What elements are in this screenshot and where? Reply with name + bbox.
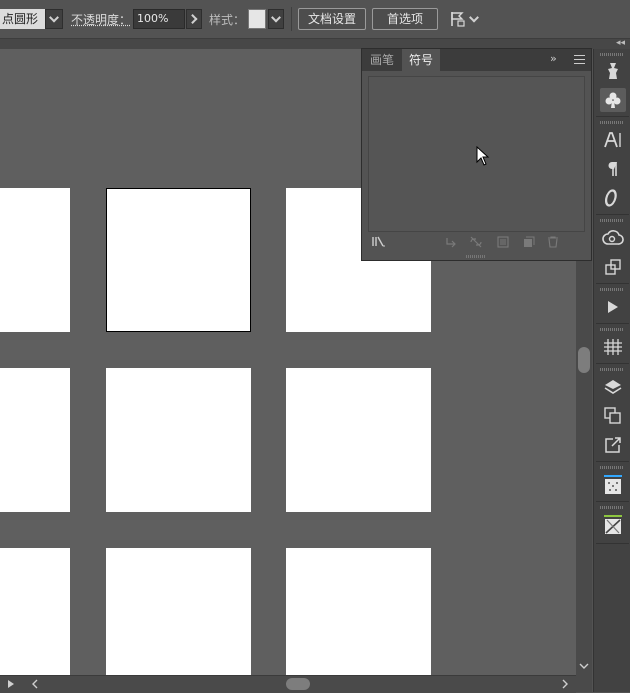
dock-divider: [596, 283, 629, 284]
chevron-down-icon: [49, 12, 59, 23]
dock-grip[interactable]: [600, 368, 624, 371]
character-icon[interactable]: [600, 128, 626, 152]
dock-divider: [596, 214, 629, 215]
dock-grip[interactable]: [600, 219, 624, 222]
artboard-r3-c2[interactable]: [106, 548, 251, 675]
dock-grip[interactable]: [600, 121, 624, 124]
actions-play-icon[interactable]: [600, 295, 626, 319]
panel-dock: [593, 49, 630, 692]
vertical-scroll-thumb[interactable]: [578, 347, 590, 373]
dock-grip[interactable]: [600, 288, 624, 291]
scroll-right-icon[interactable]: [560, 679, 570, 689]
dock-divider: [596, 501, 629, 502]
opentype-icon[interactable]: [600, 186, 626, 210]
artboard-r2-c1[interactable]: [0, 368, 70, 512]
arrange-documents-icon[interactable]: [449, 10, 467, 28]
chevron-right-icon: [187, 14, 198, 24]
collapse-panels-icon[interactable]: ◂◂: [616, 38, 625, 48]
artboard-r1-c2-selected[interactable]: [106, 188, 251, 332]
style-label: 样式：: [209, 13, 246, 27]
scrollbar-corner: [576, 675, 592, 692]
puppet-warp-icon[interactable]: [600, 59, 626, 83]
opacity-input[interactable]: 100%: [133, 9, 185, 29]
document-setup-button[interactable]: 文档设置: [298, 8, 366, 30]
layers-icon[interactable]: [600, 375, 626, 399]
artboard-r2-c3[interactable]: [286, 368, 431, 512]
style-dropdown-button[interactable]: [268, 9, 284, 29]
horizontal-scroll-thumb[interactable]: [286, 678, 310, 690]
dock-divider: [596, 323, 629, 324]
transform-icon[interactable]: [600, 255, 626, 279]
paragraph-icon[interactable]: [600, 157, 626, 181]
dock-divider: [596, 543, 629, 544]
chevron-down-icon: [271, 12, 281, 23]
chevron-down-icon: [469, 12, 479, 23]
collapse-panel-icon[interactable]: ››: [550, 52, 557, 65]
tab-symbols[interactable]: 符号: [402, 49, 440, 71]
preferences-button[interactable]: 首选项: [372, 8, 438, 30]
dock-grip[interactable]: [600, 506, 624, 509]
place-symbol-instance-icon: [446, 238, 456, 248]
artboard-r3-c3[interactable]: [286, 548, 431, 675]
delete-symbol-icon: [548, 236, 558, 248]
panel-menu-icon[interactable]: [574, 55, 585, 64]
artboard-r2-c2[interactable]: [106, 368, 251, 512]
break-link-icon: [470, 236, 482, 248]
scroll-left-icon[interactable]: [30, 679, 40, 689]
tab-brushes[interactable]: 画笔: [364, 49, 400, 71]
dock-grip[interactable]: [600, 466, 624, 469]
dock-divider: [596, 461, 629, 462]
scroll-down-icon[interactable]: [579, 661, 589, 671]
symbol-club-icon[interactable]: [600, 88, 626, 112]
panel-tab-bar: 画笔 符号 ››: [362, 49, 591, 71]
dock-grip[interactable]: [600, 328, 624, 331]
brush-shape-select[interactable]: 点圆形: [0, 9, 45, 29]
horizontal-scrollbar[interactable]: [0, 675, 576, 693]
artboard-r1-c1[interactable]: [0, 188, 70, 332]
swatches-icon[interactable]: [600, 473, 626, 497]
artboard-r3-c1[interactable]: [0, 548, 70, 675]
export-icon[interactable]: [600, 433, 626, 457]
style-swatch[interactable]: [248, 9, 266, 29]
panel-resize-grip[interactable]: [466, 255, 486, 258]
dock-grip[interactable]: [600, 53, 624, 56]
creative-cloud-libraries-icon[interactable]: [600, 226, 626, 250]
dock-divider: [596, 363, 629, 364]
dock-divider: [596, 116, 629, 117]
opacity-label[interactable]: 不透明度：: [71, 11, 131, 28]
new-symbol-icon: [524, 236, 535, 247]
brush-shape-dropdown-button[interactable]: [45, 9, 63, 29]
artboards-icon[interactable]: [600, 404, 626, 428]
opacity-expand-button[interactable]: [186, 9, 202, 29]
symbol-libraries-icon[interactable]: [372, 236, 386, 248]
play-icon[interactable]: [8, 680, 14, 688]
symbol-options-icon: [497, 236, 509, 248]
arrange-dropdown-button[interactable]: [468, 10, 480, 28]
toolbar-divider: [291, 7, 292, 31]
align-grid-icon[interactable]: [600, 335, 626, 359]
mouse-pointer-icon: [476, 146, 490, 166]
panel-footer: [362, 232, 591, 254]
gradient-icon[interactable]: [600, 513, 626, 537]
control-bar: 点圆形 不透明度： 100% 样式： 文档设置 首选项: [0, 0, 630, 39]
